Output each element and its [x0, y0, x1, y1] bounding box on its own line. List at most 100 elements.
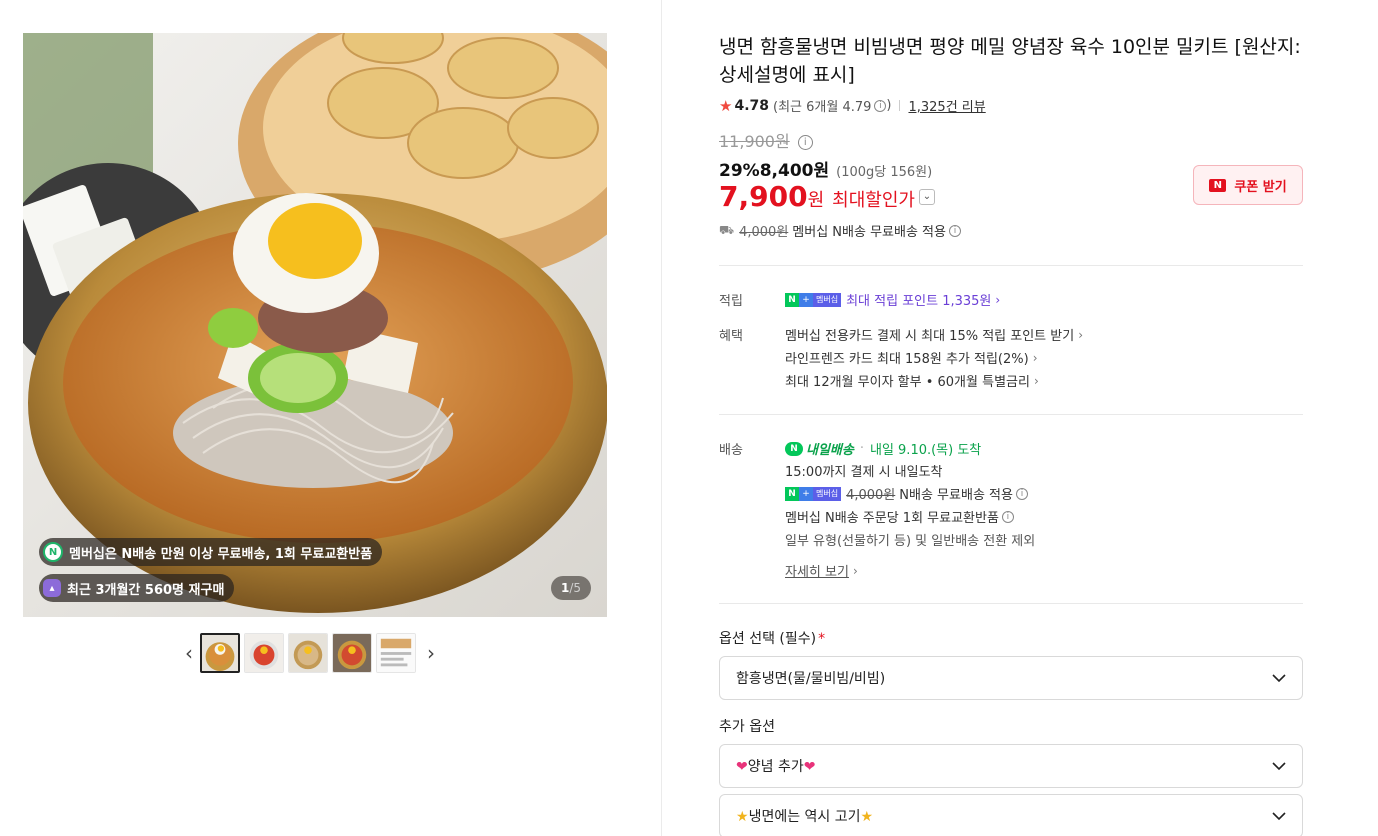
detail-link-line[interactable]: 자세히 보기 ›: [785, 561, 858, 581]
truck-icon: ⛟: [719, 222, 735, 237]
extra-option-select-2[interactable]: ★냉면에는 역시 고기★: [719, 794, 1303, 836]
required-option-text: 옵션 선택 (필수): [719, 631, 817, 647]
plus-icon: +: [799, 292, 813, 307]
extra-option-label: 추가 옵션: [719, 719, 775, 735]
star-icon: ★: [860, 809, 874, 825]
main-product-image[interactable]: N 멤버십은 N배송 만원 이상 무료배송, 1회 무료교환반품 ▴ 최근 3개…: [23, 33, 607, 617]
rating-row: ★ 4.78 (최근 6개월 4.79 i ) 1,325건 리뷰: [719, 96, 986, 116]
cutoff-line: 15:00까지 결제 시 내일도착: [785, 461, 943, 480]
price-info-icon[interactable]: i: [797, 135, 813, 150]
naengmyeon-photo: [23, 33, 607, 617]
extra-option-1-value: ❤양념 추가❤: [736, 756, 815, 776]
thumbnail-strip: ‹ ›: [178, 632, 442, 674]
chevron-right-icon: ›: [1033, 373, 1039, 388]
chevron-right-icon: ›: [1078, 327, 1084, 342]
chevron-right-icon: ›: [852, 563, 858, 578]
prev-thumbnail-button[interactable]: ‹: [178, 633, 200, 673]
delivery-n-icon: N: [785, 441, 803, 456]
info-icon[interactable]: i: [1001, 510, 1014, 523]
plus-icon: +: [799, 486, 813, 501]
shipping-text: 멤버십 N배송 무료배송 적용: [792, 225, 946, 240]
benefit-label: 혜택: [719, 329, 743, 344]
heart-icon: ❤: [736, 759, 748, 775]
shipping-fee-row: ⛟ 4,000원 멤버십 N배송 무료배송 적용 i: [719, 221, 961, 240]
original-price-value: 11,900원: [719, 132, 790, 151]
benefit-line-3[interactable]: 최대 12개월 무이자 할부 • 60개월 특별금리 ›: [785, 371, 1039, 391]
thumbnail-5[interactable]: [376, 633, 416, 673]
naver-plus-membership-badge: N + 멤버십: [785, 486, 842, 501]
next-thumbnail-button[interactable]: ›: [420, 633, 442, 673]
extra-option-2-value: ★냉면에는 역시 고기★: [736, 806, 873, 826]
extra-option-2-text: 냉면에는 역시 고기: [748, 809, 861, 825]
arrival-date: 내일 9.10.(목) 도착: [869, 443, 982, 458]
product-title: 냉면 함흥물냉면 비빔냉면 평양 메밀 양념장 육수 10인분 밀키트 [원산지…: [719, 36, 1301, 86]
divider: [719, 603, 1303, 604]
rating-recent: (최근 6개월 4.79: [773, 100, 872, 115]
max-discount-price: 7,900: [719, 180, 808, 213]
sale-price-row: 29% 8,400원 (100g당 156원): [719, 156, 932, 181]
review-count-link[interactable]: 1,325건 리뷰: [908, 96, 985, 115]
points-label: 적립: [719, 294, 743, 309]
detail-link[interactable]: 자세히 보기: [785, 561, 849, 580]
shopping-bag-icon: ▴: [43, 579, 61, 597]
naver-n-icon: N: [1209, 178, 1227, 192]
coupon-button[interactable]: N 쿠폰 받기: [1193, 165, 1303, 205]
max-discount-won: 원: [807, 190, 825, 211]
rating-value: 4.78: [734, 97, 769, 114]
shipping-original: 4,000원: [739, 225, 789, 240]
exchange-line: 멤버십 N배송 주문당 1회 무료교환반품 i: [785, 507, 1014, 526]
thumbnail-1[interactable]: [200, 633, 240, 673]
points-line[interactable]: N + 멤버십 최대 적립 포인트 1,335원 ›: [785, 290, 1000, 309]
naver-n-icon: N: [785, 486, 799, 501]
membership-tag: 멤버십: [813, 292, 842, 307]
rating-recent-close: ): [886, 98, 892, 113]
chevron-down-icon[interactable]: ⌄: [918, 188, 935, 205]
page-total: /5: [569, 581, 581, 595]
delivery-fee-line: N + 멤버십 4,000원 N배송 무료배송 적용 i: [785, 484, 1028, 503]
info-icon[interactable]: i: [874, 99, 887, 112]
naver-plus-membership-badge: N + 멤버십: [785, 292, 842, 307]
benefit-text: 최대 12개월 무이자 할부 • 60개월 특별금리: [785, 375, 1030, 390]
info-icon[interactable]: i: [1015, 487, 1028, 500]
chevron-down-icon: [1272, 674, 1286, 683]
repurchase-badge-text: 최근 3개월간 560명 재구매: [67, 582, 225, 598]
star-icon: ★: [736, 809, 749, 825]
exchange-text: 멤버십 N배송 주문당 1회 무료교환반품: [785, 511, 999, 526]
divider: [719, 265, 1303, 266]
benefit-line-2[interactable]: 라인프렌즈 카드 최대 158원 추가 적립(2%) ›: [785, 348, 1038, 368]
thumbnail-2[interactable]: [244, 633, 284, 673]
thumbnail-3[interactable]: [288, 633, 328, 673]
max-discount-label: 최대할인가: [832, 190, 915, 211]
delivery-fee-text: N배송 무료배송 적용: [899, 488, 1013, 503]
heart-icon: ❤: [803, 759, 816, 775]
benefit-line-1[interactable]: 멤버십 전용카드 결제 시 최대 15% 적립 포인트 받기 ›: [785, 325, 1084, 345]
chevron-right-icon: ›: [995, 292, 1001, 307]
info-icon[interactable]: i: [948, 224, 961, 237]
membership-badge: N 멤버십은 N배송 만원 이상 무료배송, 1회 무료교환반품: [39, 538, 383, 566]
membership-badge-text: 멤버십은 N배송 만원 이상 무료배송, 1회 무료교환반품: [69, 546, 373, 562]
thumbnail-4[interactable]: [332, 633, 372, 673]
extra-option-select-1[interactable]: ❤양념 추가❤: [719, 744, 1303, 788]
delivery-label: 배송: [719, 443, 743, 458]
exception-line: 일부 유형(선물하기 등) 및 일반배송 전환 제외: [785, 530, 1035, 549]
exception-text: 일부 유형(선물하기 등) 및 일반배송 전환 제외: [785, 534, 1036, 549]
image-page-counter: 1 /5: [550, 576, 591, 600]
product-gallery: N 멤버십은 N배송 만원 이상 무료배송, 1회 무료교환반품 ▴ 최근 3개…: [0, 0, 662, 836]
page-current: 1: [560, 581, 570, 595]
max-discount-row: 7,900 원 최대할인가 ⌄: [719, 180, 935, 213]
required-option-label: 옵션 선택 (필수) *: [719, 628, 825, 648]
coupon-button-label: 쿠폰 받기: [1234, 179, 1287, 195]
required-option-select[interactable]: 함흥냉면(물/물비빔/비빔): [719, 656, 1303, 700]
star-icon: ★: [719, 96, 733, 115]
tomorrow-delivery-text: 내일배송: [806, 443, 854, 458]
cutoff-text: 15:00까지 결제 시 내일도착: [785, 465, 943, 480]
chevron-down-icon: [1272, 812, 1286, 821]
unit-price: (100g당 156원): [836, 165, 933, 180]
chevron-down-icon: [1272, 762, 1286, 771]
repurchase-badge: ▴ 최근 3개월간 560명 재구매: [39, 574, 235, 602]
extra-option-1-text: 양념 추가: [747, 759, 804, 775]
divider: [899, 100, 901, 111]
required-mark: *: [818, 631, 826, 647]
delivery-fee-original: 4,000원: [846, 488, 896, 503]
discount-rate: 29%: [719, 161, 760, 181]
